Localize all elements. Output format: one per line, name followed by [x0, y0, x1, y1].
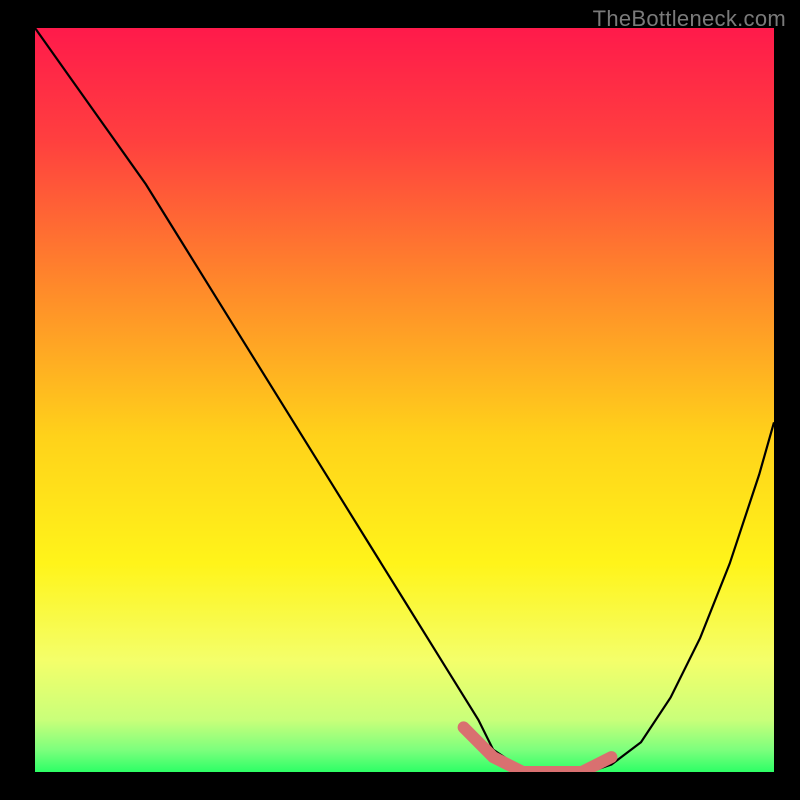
- watermark-text: TheBottleneck.com: [593, 6, 786, 32]
- chart-plot-area: [35, 28, 774, 772]
- chart-curves: [35, 28, 774, 772]
- bottleneck-curve-line: [35, 28, 774, 772]
